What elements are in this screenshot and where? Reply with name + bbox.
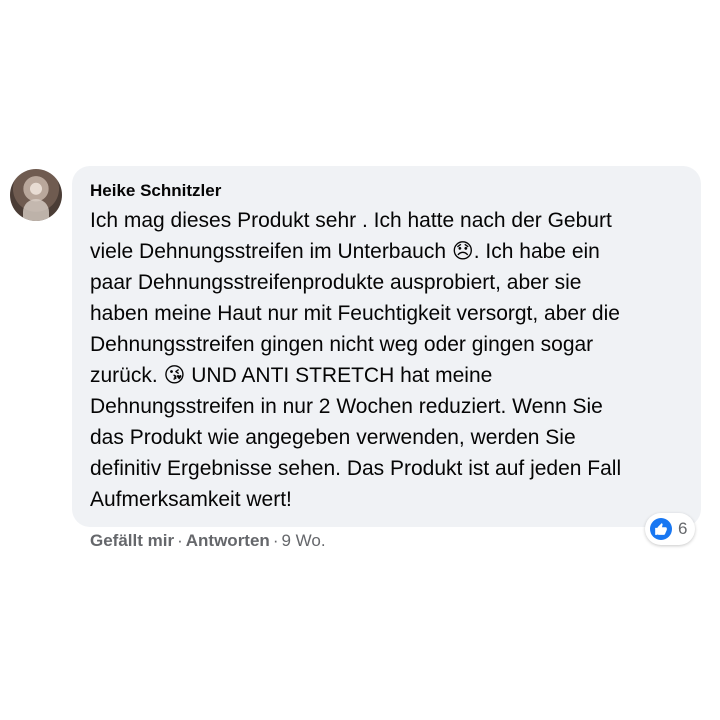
comment-bubble: Heike Schnitzler Ich mag dieses Produkt … xyxy=(72,166,701,527)
reaction-count: 6 xyxy=(678,519,688,538)
comment-author[interactable]: Heike Schnitzler xyxy=(90,180,683,202)
timestamp[interactable]: 9 Wo. xyxy=(281,531,325,550)
avatar[interactable] xyxy=(10,169,62,221)
separator-dot: · xyxy=(272,531,279,550)
comment-page: Heike Schnitzler Ich mag dieses Produkt … xyxy=(0,0,720,720)
comment-actions: Gefällt mir · Antworten · 9 Wo. xyxy=(90,529,326,553)
reply-link[interactable]: Antworten xyxy=(186,531,270,550)
like-link[interactable]: Gefällt mir xyxy=(90,531,174,550)
like-icon xyxy=(650,518,672,540)
comment-text: Ich mag dieses Produkt sehr . Ich hatte … xyxy=(90,209,622,511)
reaction-summary[interactable]: 6 xyxy=(645,513,696,545)
separator-dot: · xyxy=(177,531,183,550)
